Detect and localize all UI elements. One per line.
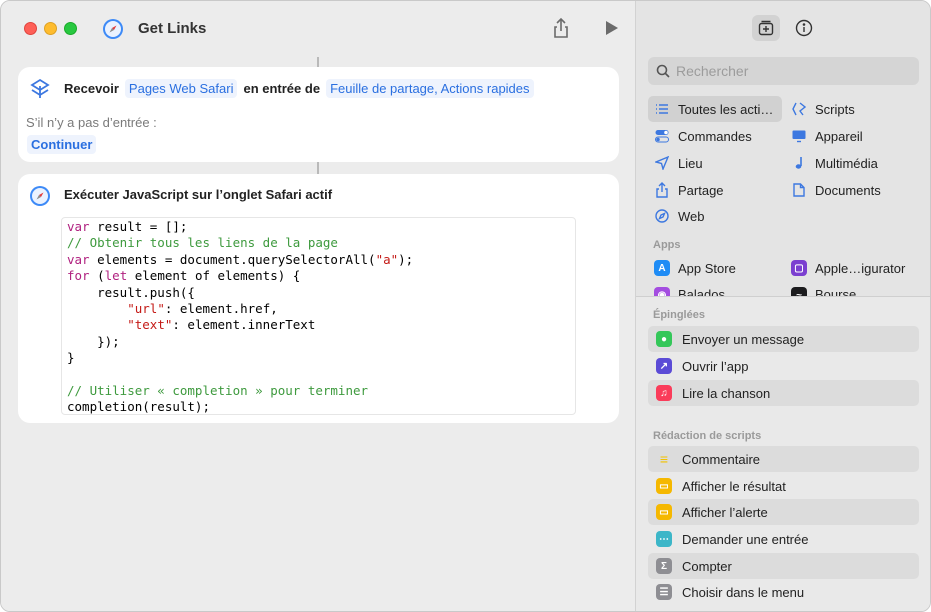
- input-types-token[interactable]: Pages Web Safari: [124, 79, 238, 98]
- code-line: completion(result);: [67, 399, 210, 415]
- monitor-icon: [791, 128, 807, 144]
- app-item-podcasts[interactable]: ◉ Balados: [654, 282, 725, 296]
- shortcut-editor: Get Links Recevoir Pages Web Safari en e…: [1, 1, 635, 611]
- category-scripting[interactable]: Scripts: [791, 96, 855, 122]
- toggles-icon: [654, 128, 670, 144]
- category-all-actions[interactable]: Toutes les acti…: [648, 96, 782, 122]
- action-title: Exécuter JavaScript sur l’onglet Safari …: [64, 187, 333, 202]
- safari-compass-icon: [29, 185, 51, 207]
- details-tab[interactable]: [790, 15, 818, 41]
- info-icon: [795, 19, 813, 37]
- category-controls[interactable]: Commandes: [654, 123, 752, 149]
- app-item-app-store[interactable]: A App Store: [654, 255, 736, 281]
- category-device[interactable]: Appareil: [791, 123, 863, 149]
- code-line: // Utiliser « completion » pour terminer: [67, 382, 369, 398]
- safari-compass-icon: [102, 18, 124, 40]
- code-line: for (let element of elements) {: [67, 268, 301, 284]
- play-icon[interactable]: [604, 20, 620, 36]
- location-arrow-icon: [654, 155, 670, 171]
- action-choose-from-menu[interactable]: ☰ Choisir dans le menu: [648, 579, 919, 605]
- shortcut-title: Get Links: [138, 20, 207, 37]
- search-icon: [656, 64, 670, 78]
- open-app-arrow-icon: ↗: [656, 358, 672, 374]
- javascript-code-editor[interactable]: var result = []; // Obtenir tous les lie…: [61, 217, 576, 415]
- stocks-icon: ~: [791, 287, 807, 296]
- action-show-result[interactable]: ▭ Afficher le résultat: [648, 473, 919, 499]
- titlebar: Get Links: [1, 1, 635, 57]
- receive-verb: Recevoir: [64, 81, 119, 96]
- app-item-stocks[interactable]: ~ Bourse: [791, 282, 856, 296]
- code-line: "url": element.href,: [127, 300, 278, 316]
- search-placeholder: Rechercher: [676, 63, 749, 79]
- app-item-apple-configurator[interactable]: ▢ Apple…igurator: [791, 255, 905, 281]
- action-library-sidebar: Rechercher Toutes les acti… Commandes Li…: [635, 1, 930, 611]
- add-action-icon: [758, 20, 774, 36]
- pinned-section-label: Épinglées: [653, 309, 705, 321]
- compass-icon: [654, 208, 670, 224]
- action-library-tab[interactable]: [752, 15, 780, 41]
- zoom-button[interactable]: [64, 22, 77, 35]
- apps-section-label: Apps: [653, 239, 681, 251]
- category-sharing[interactable]: Partage: [654, 177, 724, 203]
- ask-input-icon: ⋯: [656, 531, 672, 547]
- receive-input-action[interactable]: Recevoir Pages Web Safari en entrée de F…: [18, 67, 619, 162]
- action-send-message[interactable]: ● Envoyer un message: [648, 326, 919, 352]
- code-line: });: [67, 333, 120, 349]
- action-show-alert[interactable]: ▭ Afficher l’alerte: [648, 499, 919, 525]
- scripting-section-label: Rédaction de scripts: [653, 430, 762, 442]
- code-line: var result = [];: [67, 219, 188, 234]
- no-input-continue-token[interactable]: Continuer: [27, 135, 97, 154]
- flow-connector: [317, 162, 319, 174]
- category-documents[interactable]: Documents: [791, 177, 881, 203]
- receive-summary: Recevoir Pages Web Safari en entrée de F…: [64, 79, 540, 98]
- search-field[interactable]: Rechercher: [648, 57, 919, 85]
- no-input-label: S’il n’y a pas d’entrée :: [26, 115, 157, 130]
- show-result-icon: ▭: [656, 478, 672, 494]
- share-icon: [654, 182, 670, 198]
- alert-icon: ▭: [656, 504, 672, 520]
- category-web[interactable]: Web: [654, 203, 705, 229]
- configurator-icon: ▢: [791, 260, 807, 276]
- category-location[interactable]: Lieu: [654, 150, 703, 176]
- music-note-icon: [791, 155, 807, 171]
- document-icon: [791, 182, 807, 198]
- comment-lines-icon: ≡: [659, 451, 669, 467]
- code-line: result.push({: [67, 284, 195, 300]
- run-javascript-action[interactable]: Exécuter JavaScript sur l’onglet Safari …: [18, 174, 619, 423]
- shortcuts-window: Get Links Recevoir Pages Web Safari en e…: [0, 0, 931, 612]
- code-line: // Obtenir tous les liens de la page: [67, 235, 338, 251]
- share-icon[interactable]: [550, 16, 572, 40]
- scripting-icon: [791, 101, 807, 117]
- music-icon: ♫: [656, 385, 672, 401]
- input-sources-token[interactable]: Feuille de partage, Actions rapides: [326, 79, 534, 98]
- sigma-icon: Σ: [656, 558, 672, 574]
- flow-connector: [317, 57, 319, 67]
- code-line: var elements = document.querySelectorAll…: [67, 251, 414, 267]
- podcasts-icon: ◉: [654, 287, 670, 296]
- minimize-button[interactable]: [44, 22, 57, 35]
- receive-connector: en entrée de: [243, 81, 321, 96]
- list-icon: [654, 101, 670, 117]
- code-line: }: [67, 350, 75, 366]
- action-count[interactable]: Σ Compter: [648, 553, 919, 579]
- receive-icon: [29, 78, 51, 100]
- messages-icon: ●: [656, 331, 672, 347]
- action-ask-for-input[interactable]: ⋯ Demander une entrée: [648, 526, 919, 552]
- menu-icon: ☰: [656, 584, 672, 600]
- action-open-app[interactable]: ↗ Ouvrir l’app: [648, 353, 919, 379]
- app-store-icon: A: [654, 260, 670, 276]
- action-play-song[interactable]: ♫ Lire la chanson: [648, 380, 919, 406]
- action-comment[interactable]: ≡ Commentaire: [648, 446, 919, 472]
- action-list: Épinglées ● Envoyer un message ↗ Ouvrir …: [636, 297, 930, 611]
- code-line: "text": element.innerText: [127, 317, 316, 333]
- category-media[interactable]: Multimédia: [791, 150, 878, 176]
- close-button[interactable]: [24, 22, 37, 35]
